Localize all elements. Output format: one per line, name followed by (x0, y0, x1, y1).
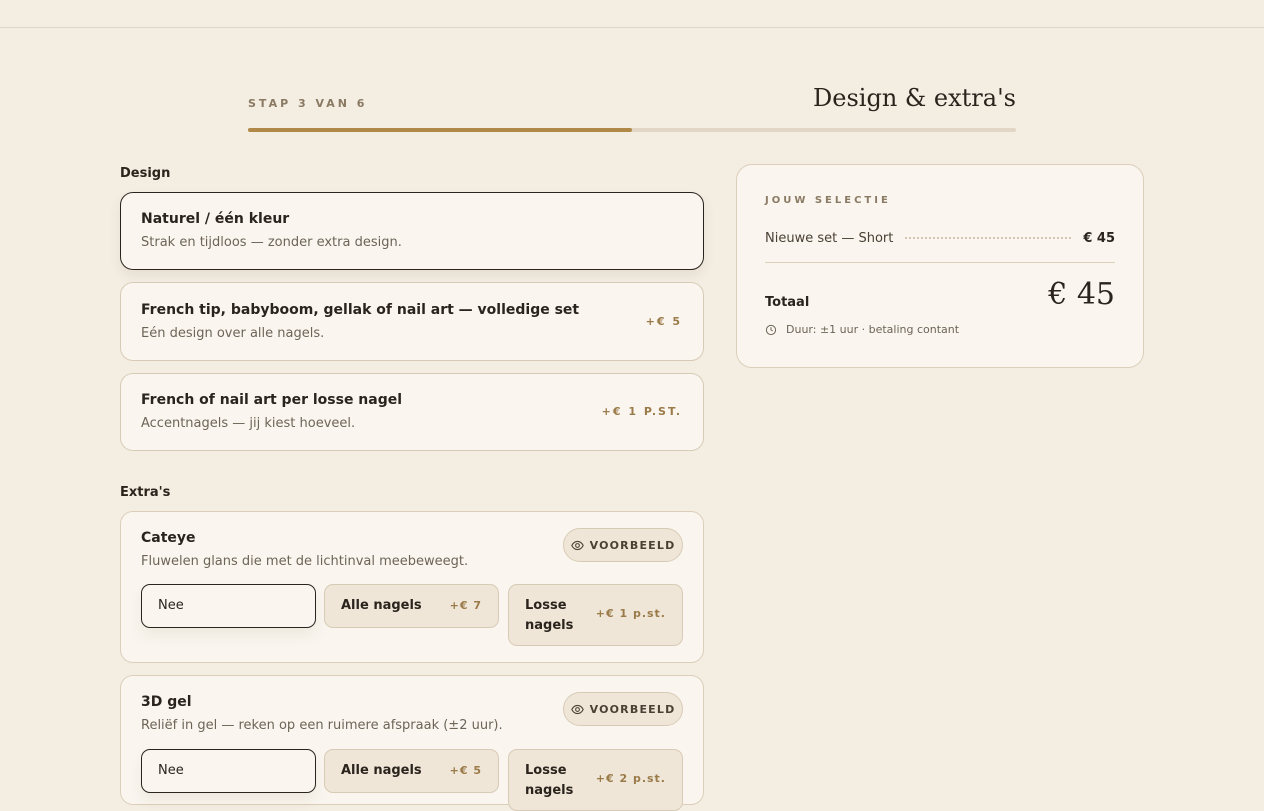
progress-fill (248, 128, 632, 132)
extra-3d-gel: 3D gel Reliëf in gel — reken op een ruim… (120, 675, 704, 811)
top-bar (0, 0, 1264, 28)
summary-line-value: € 45 (1083, 230, 1115, 246)
option-price: +€ 5 (645, 315, 682, 328)
preview-button[interactable]: VOORBEELD (563, 528, 683, 562)
option-title: Naturel / één kleur (141, 211, 290, 227)
design-option-full-set[interactable]: French tip, babyboom, gellak of nail art… (120, 282, 704, 361)
choice-label: Alle nagels (341, 763, 422, 778)
selection-summary: JOUW SELECTIE Nieuwe set — Short € 45 To… (736, 164, 1144, 368)
choice-price: +€ 1 p.st. (595, 607, 666, 620)
option-description: Accentnagels — jij kiest hoeveel. (141, 416, 356, 431)
option-title: French tip, babyboom, gellak of nail art… (141, 302, 580, 318)
duration-note: Duur: ±1 uur · betaling contant (765, 323, 959, 336)
total-value: € 45 (1048, 277, 1115, 312)
design-option-per-nail[interactable]: French of nail art per losse nagel Accen… (120, 373, 704, 451)
design-section-title: Design (120, 166, 171, 181)
summary-line: Nieuwe set — Short € 45 (765, 228, 1115, 248)
extra-title: 3D gel (141, 694, 192, 710)
choice-nee[interactable]: Nee (141, 584, 316, 628)
extra-cateye: Cateye Fluwelen glans die met de lichtin… (120, 511, 704, 663)
choice-label: Nee (158, 598, 184, 613)
option-description: Strak en tijdloos — zonder extra design. (141, 235, 402, 250)
preview-button[interactable]: VOORBEELD (563, 692, 683, 726)
choice-price: +€ 7 (449, 599, 482, 612)
summary-heading: JOUW SELECTIE (765, 195, 891, 206)
progress-bar (248, 128, 1016, 132)
extras-section-title: Extra's (120, 485, 171, 500)
choice-losse-nagels[interactable]: Losse nagels +€ 2 p.st. (508, 749, 683, 811)
total-label: Totaal (765, 295, 810, 310)
option-price: +€ 1 P.ST. (601, 405, 682, 418)
duration-text: Duur: ±1 uur · betaling contant (786, 323, 960, 336)
option-description: Eén design over alle nagels. (141, 326, 325, 341)
choice-label: Alle nagels (341, 598, 422, 613)
clock-icon (765, 324, 777, 335)
option-title: French of nail art per losse nagel (141, 392, 403, 408)
choice-nee[interactable]: Nee (141, 749, 316, 793)
choice-price: +€ 5 (449, 764, 482, 777)
design-option-naturel[interactable]: Naturel / één kleur Strak en tijdloos — … (120, 192, 704, 270)
extra-description: Fluwelen glans die met de lichtinval mee… (141, 554, 469, 569)
dotted-leader (905, 237, 1072, 239)
eye-icon (570, 540, 584, 550)
choice-label: Losse nagels (525, 598, 574, 633)
preview-label: VOORBEELD (589, 702, 676, 716)
choice-alle-nagels[interactable]: Alle nagels +€ 7 (324, 584, 499, 628)
choice-label: Losse nagels (525, 763, 574, 798)
extra-description: Reliëf in gel — reken op een ruimere afs… (141, 718, 503, 733)
choice-losse-nagels[interactable]: Losse nagels +€ 1 p.st. (508, 584, 683, 646)
summary-line-name: Nieuwe set — Short (765, 230, 894, 246)
extra-title: Cateye (141, 530, 196, 546)
choice-alle-nagels[interactable]: Alle nagels +€ 5 (324, 749, 499, 793)
choice-price: +€ 2 p.st. (595, 772, 666, 785)
step-indicator: STAP 3 VAN 6 (248, 97, 368, 110)
step-title: Design & extra's (813, 84, 1016, 112)
preview-label: VOORBEELD (589, 538, 676, 552)
summary-divider (765, 262, 1115, 263)
choice-label: Nee (158, 763, 184, 778)
eye-icon (570, 704, 584, 714)
